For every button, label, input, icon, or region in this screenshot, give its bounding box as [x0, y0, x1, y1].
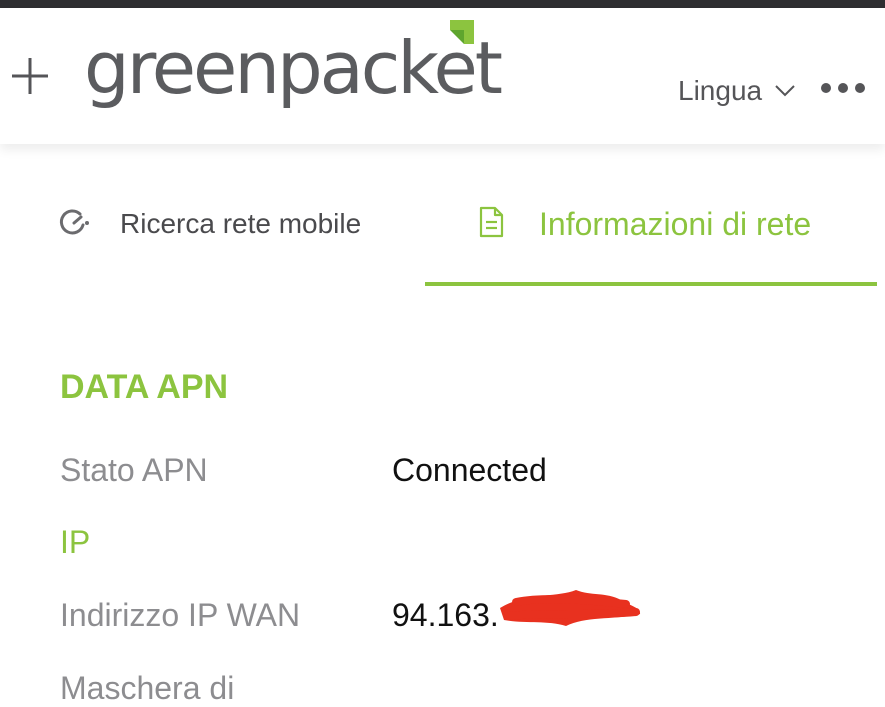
language-select[interactable]: Lingua [678, 74, 796, 108]
more-horizontal-icon[interactable] [820, 78, 866, 98]
apn-status-value: Connected [392, 452, 547, 488]
network-tabs: Ricerca rete mobile Informazioni di rete [0, 190, 885, 286]
ip-subsection-heading: IP [60, 524, 91, 560]
document-icon [479, 206, 504, 238]
subnet-mask-label: Maschera di [60, 670, 235, 706]
network-search-icon [59, 209, 89, 235]
app-header: greenpacket Lingua [0, 8, 885, 144]
tab-label: Ricerca rete mobile [120, 208, 362, 239]
top-status-strip [0, 0, 885, 8]
wan-ip-value: 94.163. [392, 597, 499, 633]
logo-mark-icon [450, 20, 474, 44]
tab-ricerca-rete-mobile[interactable]: Ricerca rete mobile [58, 190, 361, 286]
redaction-scribble [500, 590, 641, 626]
greenpacket-logo: greenpacket [84, 18, 503, 128]
plus-icon[interactable] [8, 54, 52, 98]
wan-ip-label: Indirizzo IP WAN [60, 597, 301, 633]
section-title-data-apn: DATA APN [60, 368, 229, 406]
apn-status-label: Stato APN [60, 452, 208, 488]
language-label: Lingua [678, 75, 763, 106]
tab-informazioni-di-rete[interactable]: Informazioni di rete [425, 190, 877, 286]
chevron-down-icon [775, 85, 795, 97]
tab-label: Informazioni di rete [539, 206, 812, 242]
